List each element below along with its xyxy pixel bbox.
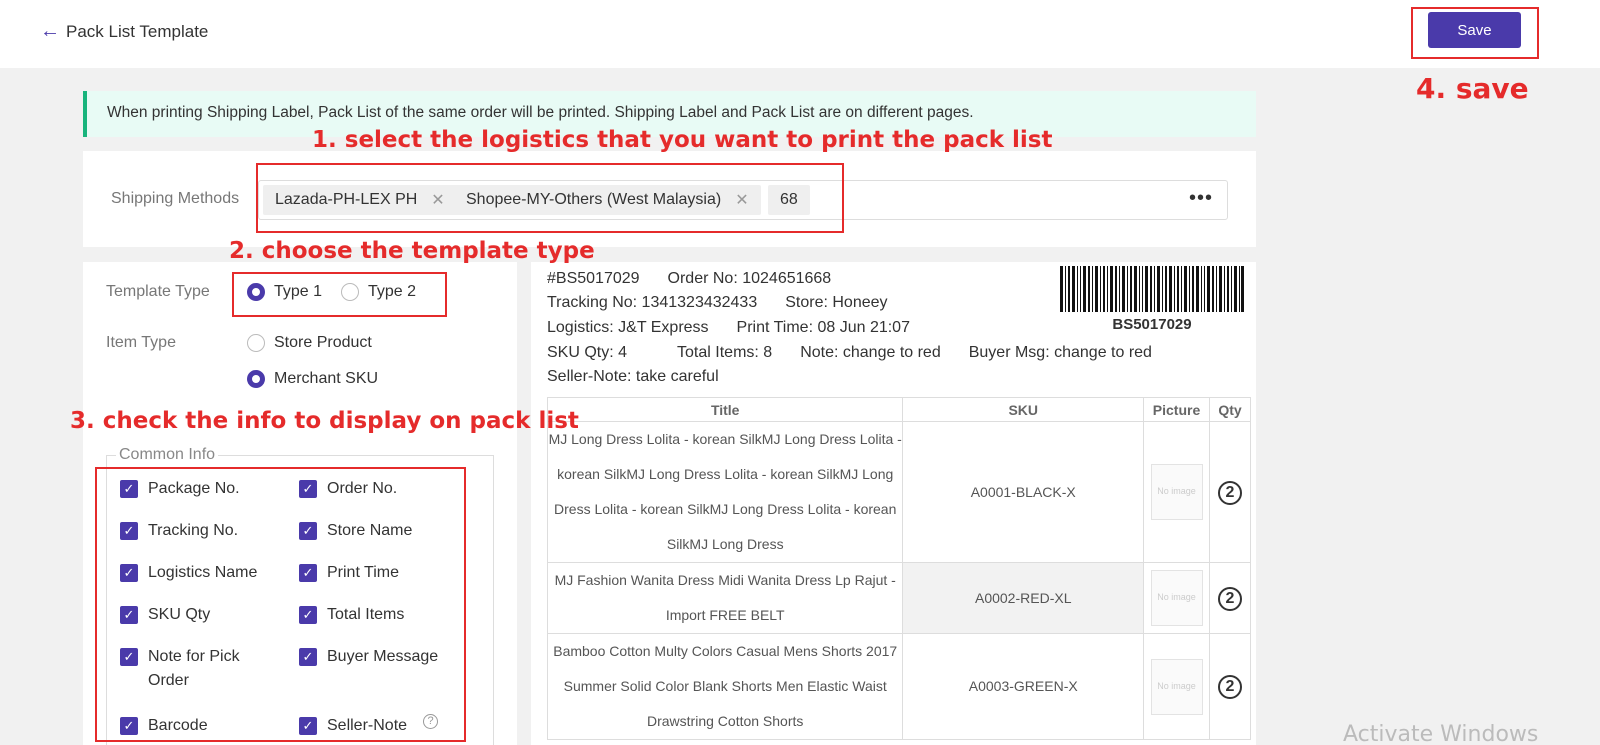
item-sku: A0002-RED-XL: [902, 562, 1145, 634]
radio-unchecked-icon: [247, 334, 265, 352]
item-picture: No image: [1143, 562, 1211, 634]
preview-package-no: #BS5017029: [547, 270, 640, 287]
table-row: MJ Long Dress Lolita - korean SilkMJ Lon…: [546, 421, 1251, 563]
radio-merchant-sku[interactable]: Merchant SKU: [247, 370, 378, 388]
annotation-box-template-type: [232, 272, 447, 317]
annotation-step-2: 2. choose the template type: [229, 238, 595, 264]
item-qty: 2: [1209, 562, 1251, 634]
shipping-methods-label: Shipping Methods: [111, 190, 240, 207]
column-header-title: Title: [546, 397, 904, 422]
item-title: MJ Long Dress Lolita - korean SilkMJ Lon…: [546, 421, 904, 563]
annotation-box-common-info: [95, 467, 466, 742]
radio-store-product[interactable]: Store Product: [247, 334, 372, 352]
table-header-row: Title SKU Picture Qty: [546, 397, 1251, 422]
preview-sku-qty: SKU Qty: 4: [547, 344, 628, 361]
os-watermark: Activate Windows: [1343, 722, 1539, 745]
barcode-image: [1060, 266, 1244, 312]
qty-badge: 2: [1218, 480, 1242, 505]
page-title: Pack List Template: [66, 21, 209, 41]
radio-label: Store Product: [274, 334, 372, 351]
preview-buyer-msg: Buyer Msg: change to red: [968, 344, 1152, 361]
preview-note: Note: change to red: [800, 344, 941, 361]
column-header-picture: Picture: [1143, 397, 1211, 422]
arrow-left-icon: ←: [40, 20, 60, 42]
column-header-sku: SKU: [902, 397, 1145, 422]
template-type-label: Template Type: [106, 283, 210, 300]
qty-badge: 2: [1218, 586, 1242, 611]
preview-line-4: SKU Qty: 4 Total Items: 8 Note: change to …: [547, 344, 1180, 362]
preview-tracking-no: Tracking No: 1341323432433: [547, 294, 758, 311]
no-image-icon: No image: [1150, 464, 1203, 520]
radio-label: Merchant SKU: [274, 370, 379, 387]
preview-store: Store: Honeey: [785, 294, 888, 311]
item-qty: 2: [1209, 633, 1251, 740]
items-table: Title SKU Picture Qty MJ Long Dress Loli…: [546, 397, 1251, 740]
preview-logistics: Logistics: J&T Express: [547, 319, 709, 336]
column-header-qty: Qty: [1209, 397, 1251, 422]
common-info-legend: Common Info: [116, 446, 219, 464]
item-sku: A0001-BLACK-X: [902, 421, 1145, 563]
annotation-step-4: 4. save: [1416, 72, 1529, 105]
preview-print-time: Print Time: 08 Jun 21:07: [736, 319, 910, 336]
top-bar: [0, 0, 1600, 68]
preview-line-3: Logistics: J&T Express Print Time: 08 Jun…: [547, 319, 938, 337]
radio-checked-icon: [247, 370, 265, 388]
back-link[interactable]: ← Pack List Template: [40, 20, 208, 43]
item-title: MJ Fashion Wanita Dress Midi Wanita Dres…: [546, 562, 904, 634]
item-sku: A0003-GREEN-X: [902, 633, 1145, 740]
item-picture: No image: [1143, 421, 1211, 563]
preview-line-5: Seller-Note: take careful: [547, 368, 747, 386]
qty-badge: 2: [1218, 675, 1242, 699]
annotation-box-shipping: [256, 163, 844, 233]
preview-total-items: Total Items: 8: [677, 344, 773, 361]
item-picture: No image: [1143, 633, 1211, 740]
preview-line-2: Tracking No: 1341323432433 Store: Honeey: [547, 294, 916, 312]
no-image-icon: No image: [1150, 658, 1203, 715]
item-qty: 2: [1209, 421, 1251, 563]
annotation-step-3: 3. check the info to display on pack lis…: [70, 408, 579, 434]
annotation-step-1: 1. select the logistics that you want to…: [312, 127, 1053, 153]
item-type-label: Item Type: [106, 334, 176, 351]
table-row: MJ Fashion Wanita Dress Midi Wanita Dres…: [546, 562, 1251, 634]
barcode-text: BS5017029: [1112, 316, 1192, 333]
no-image-icon: No image: [1150, 570, 1203, 626]
ellipsis-icon[interactable]: •••: [1189, 187, 1213, 210]
table-row: Bamboo Cotton Multy Colors Casual Mens S…: [546, 633, 1251, 740]
annotation-box-save: [1411, 7, 1539, 59]
preview-seller-note: Seller-Note: take careful: [547, 368, 719, 385]
preview-order-no: Order No: 1024651668: [667, 270, 832, 287]
item-title: Bamboo Cotton Multy Colors Casual Mens S…: [546, 633, 904, 740]
preview-line-1: #BS5017029 Order No: 1024651668: [547, 270, 859, 288]
